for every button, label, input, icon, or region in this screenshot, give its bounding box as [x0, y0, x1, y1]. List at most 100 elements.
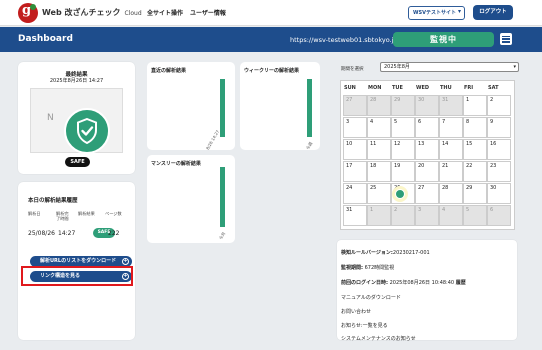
safe-status-badge: SAFE	[65, 157, 90, 167]
calendar-day[interactable]: 28	[367, 95, 391, 116]
month-select[interactable]: 2025年8月 ▾	[380, 62, 519, 72]
weekly-chart-bar	[307, 79, 312, 137]
calendar-day[interactable]: 1	[367, 205, 391, 226]
calendar-day[interactable]: 28	[439, 183, 463, 204]
page-title: Dashboard	[18, 34, 73, 44]
monthly-chart-label: 今月	[218, 231, 227, 241]
gred-logo-icon[interactable]: g	[18, 3, 38, 23]
calendar-day[interactable]: 9	[487, 117, 511, 138]
monthly-chart-title: マンスリーの解析結果	[151, 161, 201, 167]
hamburger-menu-icon[interactable]	[500, 33, 512, 45]
calendar-day[interactable]: 8	[463, 117, 487, 138]
period-select-label: 期間を選択	[341, 67, 364, 72]
calendar-day[interactable]: 27	[343, 95, 367, 116]
download-url-list-label: 解析URLのリストをダウンロード	[40, 258, 117, 264]
weekday-header: THU	[440, 85, 452, 91]
info-card: 検知ルールバージョン:20230217-001 監視期間: 672時間監視 前回…	[337, 240, 517, 342]
rule-version: 検知ルールバージョン:20230217-001	[341, 249, 430, 256]
calendar-day[interactable]: 20	[415, 161, 439, 182]
final-result-card: 最終結果 2025年8月26日 14:27 N SAFE	[18, 62, 135, 174]
history-header-time: 解析完了時間	[56, 211, 69, 222]
highlight-box	[21, 266, 133, 286]
history-card: 本日の解析結果履歴 解析日 解析完了時間 解析結果 ページ数 25/08/26 …	[18, 182, 135, 340]
calendar-day[interactable]: 18	[367, 161, 391, 182]
weekday-header: SAT	[488, 85, 499, 91]
weekday-header: SUN	[344, 85, 356, 91]
calendar-day[interactable]: 24	[343, 183, 367, 204]
site-thumbnail: N	[30, 88, 123, 154]
thumbnail-text: N	[47, 113, 54, 123]
calendar-day[interactable]: 3	[415, 205, 439, 226]
calendar-day[interactable]: 17	[343, 161, 367, 182]
calendar-day[interactable]: 13	[415, 139, 439, 160]
recent-result-chart: 直近の解析結果 8/26 14:27	[147, 62, 235, 151]
calendar-day[interactable]: 27	[415, 183, 439, 204]
history-time: 14:27	[58, 230, 76, 237]
contact-link[interactable]: お問い合わせ	[341, 308, 371, 315]
calendar-day[interactable]: 25	[367, 183, 391, 204]
calendar-day[interactable]: 29	[391, 95, 415, 116]
calendar-day[interactable]: 16	[487, 139, 511, 160]
monthly-result-chart: マンスリーの解析結果 今月	[147, 155, 235, 243]
login-history-link[interactable]: 履歴	[456, 280, 466, 286]
calendar-day[interactable]: 10	[343, 139, 367, 160]
maintenance-notice-link[interactable]: システムメンテナンスのお知らせ	[341, 335, 416, 342]
site-select-value: WSVテストサイト	[413, 10, 456, 16]
calendar-day[interactable]: 31	[439, 95, 463, 116]
weekday-header: TUE	[392, 85, 403, 91]
last-login-value: 2025年08月26日 10:48:40	[389, 280, 455, 286]
calendar-day[interactable]: 30	[415, 95, 439, 116]
calendar-day[interactable]: 5	[391, 117, 415, 138]
nav-all-sites[interactable]: 全サイト操作	[147, 8, 183, 17]
recent-chart-title: 直近の解析結果	[151, 68, 187, 74]
app-logo-text[interactable]: Web 改ざんチェック Cloud	[42, 7, 142, 18]
manual-download-link[interactable]: マニュアルのダウンロード	[341, 294, 401, 301]
site-url: https://wsv-testweb01.sbtokyo.jp/	[290, 36, 400, 44]
app-suffix: Cloud	[124, 10, 142, 17]
calendar-day[interactable]: 15	[463, 139, 487, 160]
calendar-day[interactable]: 5	[463, 205, 487, 226]
monitor-period-value: 672時間監視	[364, 265, 395, 271]
logout-button[interactable]: ログアウト	[473, 5, 513, 20]
today-status-icon[interactable]	[395, 189, 405, 199]
chevron-down-icon: ▾	[457, 8, 461, 15]
rule-version-label: 検知ルールバージョン:	[341, 250, 393, 256]
calendar-day[interactable]: 11	[367, 139, 391, 160]
history-header-result: 解析結果	[78, 211, 95, 216]
calendar-day[interactable]: 2	[487, 95, 511, 116]
site-select[interactable]: WSVテストサイト ▾	[408, 6, 465, 20]
last-login: 前回のログイン日時: 2025年08月26日 10:48:40 履歴	[341, 279, 466, 286]
rule-version-value: 20230217-001	[392, 250, 430, 256]
history-title: 本日の解析結果履歴	[28, 198, 78, 204]
dashboard-bar: Dashboard https://wsv-testweb01.sbtokyo.…	[0, 27, 542, 52]
calendar-day[interactable]: 19	[391, 161, 415, 182]
calendar-day[interactable]: 30	[487, 183, 511, 204]
nav-user-info[interactable]: ユーザー情報	[190, 8, 226, 17]
calendar-day[interactable]: 6	[415, 117, 439, 138]
history-header-pages: ページ数	[105, 211, 122, 216]
calendar-day[interactable]: 4	[367, 117, 391, 138]
calendar-day[interactable]: 23	[487, 161, 511, 182]
calendar-day[interactable]: 3	[343, 117, 367, 138]
history-header-date: 解析日	[28, 211, 41, 216]
plus-circle-icon: +	[122, 258, 129, 265]
calendar-day[interactable]: 1	[463, 95, 487, 116]
calendar-day[interactable]: 6	[487, 205, 511, 226]
calendar-day[interactable]: 21	[439, 161, 463, 182]
calendar-day[interactable]: 29	[463, 183, 487, 204]
calendar-day[interactable]: 2	[391, 205, 415, 226]
calendar-day[interactable]: 4	[439, 205, 463, 226]
weekday-header: WED	[416, 85, 430, 91]
final-result-date: 2025年8月26日 14:27	[49, 78, 104, 84]
calendar-day[interactable]: 7	[439, 117, 463, 138]
last-login-label: 前回のログイン日時:	[341, 280, 389, 286]
monitor-period-label: 監視期間:	[341, 265, 363, 271]
calendar-day[interactable]: 31	[343, 205, 367, 226]
calendar-day[interactable]: 22	[463, 161, 487, 182]
calendar-day[interactable]: 14	[439, 139, 463, 160]
weekday-header: MON	[368, 85, 382, 91]
weekly-chart-title: ウィークリーの解析結果	[244, 68, 300, 74]
notices-link[interactable]: お知らせ:一覧を見る	[341, 322, 388, 329]
recent-chart-label: 8/26 14:27	[205, 129, 221, 151]
calendar-day[interactable]: 12	[391, 139, 415, 160]
